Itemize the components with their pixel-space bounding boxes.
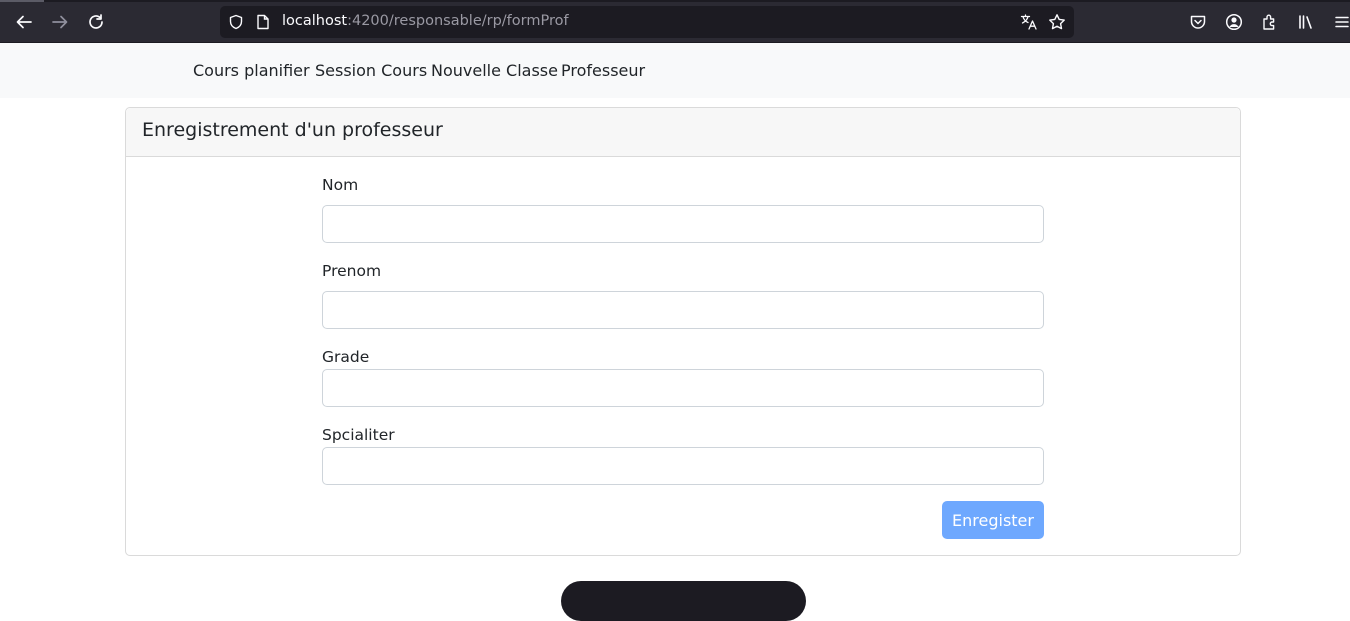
- nav-link-session-cours[interactable]: Session Cours: [315, 61, 427, 80]
- nom-label: Nom: [322, 176, 359, 194]
- prenom-input[interactable]: [322, 291, 1044, 329]
- address-bar[interactable]: localhost:4200/responsable/rp/formProf: [220, 6, 1074, 38]
- nav-link-cours-planifier[interactable]: Cours planifier: [193, 61, 310, 80]
- tab-strip: [0, 0, 1350, 2]
- nav-link-professeur[interactable]: Professeur: [561, 61, 645, 80]
- shield-icon[interactable]: [227, 13, 245, 31]
- translate-icon[interactable]: [1020, 13, 1038, 31]
- extensions-icon[interactable]: [1260, 12, 1280, 32]
- menu-icon[interactable]: [1332, 12, 1350, 32]
- grade-label: Grade: [322, 348, 370, 366]
- pocket-icon[interactable]: [1188, 12, 1208, 32]
- prenom-label: Prenom: [322, 262, 382, 280]
- back-arrow-icon[interactable]: [13, 11, 35, 33]
- enregistrer-button[interactable]: Enregister: [942, 501, 1044, 539]
- forward-arrow-icon[interactable]: [49, 11, 71, 33]
- browser-toolbar: localhost:4200/responsable/rp/formProf: [0, 0, 1350, 43]
- page-icon[interactable]: [254, 13, 272, 31]
- account-icon[interactable]: [1224, 12, 1244, 32]
- floating-toolbar[interactable]: [561, 581, 806, 621]
- card-header: Enregistrement d'un professeur: [126, 108, 1240, 157]
- nav-link-nouvelle-classe[interactable]: Nouvelle Classe: [431, 61, 558, 80]
- grade-input[interactable]: [322, 369, 1044, 407]
- nom-input[interactable]: [322, 205, 1044, 243]
- app-navbar: Cours planifier Session Cours Nouvelle C…: [0, 43, 1350, 98]
- specialite-label: Spcialiter: [322, 426, 395, 444]
- reload-icon[interactable]: [85, 11, 107, 33]
- url-path: :4200/responsable/rp/formProf: [347, 13, 569, 29]
- star-icon[interactable]: [1048, 13, 1066, 31]
- url-host: localhost: [282, 13, 348, 29]
- professor-form-card: Enregistrement d'un professeur: [125, 107, 1241, 556]
- specialite-input[interactable]: [322, 447, 1044, 485]
- library-icon[interactable]: [1296, 12, 1316, 32]
- form-title: Enregistrement d'un professeur: [142, 119, 443, 141]
- url-text[interactable]: localhost:4200/responsable/rp/formProf: [282, 13, 569, 29]
